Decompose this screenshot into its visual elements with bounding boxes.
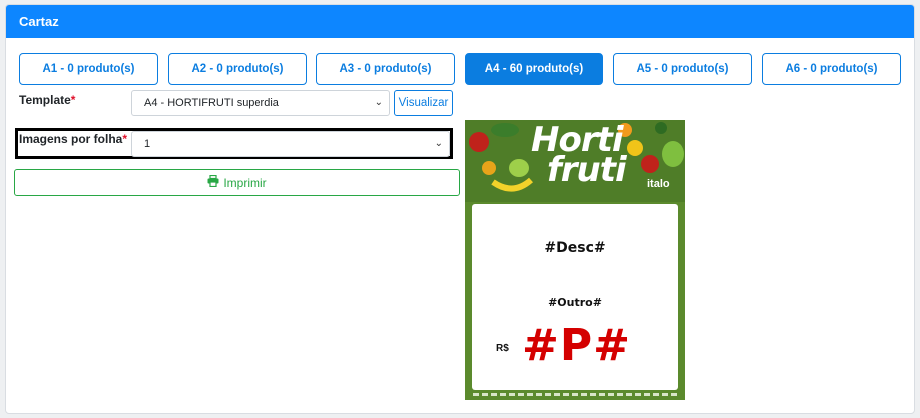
images-per-sheet-select[interactable]: 1 ⌄ xyxy=(131,131,450,157)
tab-a2[interactable]: A2 - 0 produto(s) xyxy=(168,53,307,85)
required-mark: * xyxy=(70,93,76,107)
poster-content-panel: #Desc# #Outro# R$ #P# xyxy=(472,204,678,390)
tab-a1[interactable]: A1 - 0 produto(s) xyxy=(19,53,158,85)
card-title: Cartaz xyxy=(6,5,914,38)
printer-icon xyxy=(207,174,219,190)
chevron-down-icon: ⌄ xyxy=(434,138,443,149)
template-select-value: A4 - HORTIFRUTI superdia xyxy=(144,97,279,109)
print-button[interactable]: Imprimir xyxy=(14,169,460,196)
template-label-text: Template xyxy=(19,93,71,107)
poster-preview: Horti fruti italo #Desc# #Outro# R$ #P# xyxy=(465,120,685,400)
tab-a5[interactable]: A5 - 0 produto(s) xyxy=(613,53,752,85)
view-button[interactable]: Visualizar xyxy=(394,90,453,116)
other-placeholder: #Outro# xyxy=(548,296,602,309)
tab-a4[interactable]: A4 - 60 produto(s) xyxy=(465,53,603,85)
tab-a6[interactable]: A6 - 0 produto(s) xyxy=(762,53,901,85)
poster-fine-print xyxy=(473,393,678,396)
poster-brand: italo xyxy=(647,178,670,190)
tab-a3[interactable]: A3 - 0 produto(s) xyxy=(316,53,455,85)
price-placeholder: #P# xyxy=(522,320,631,371)
images-per-sheet-label: Imagens por folha* xyxy=(19,132,127,146)
desc-placeholder: #Desc# xyxy=(544,240,606,256)
required-mark: * xyxy=(122,132,128,146)
cartaz-card: Cartaz A1 - 0 produto(s) A2 - 0 produto(… xyxy=(5,4,915,414)
template-select[interactable]: A4 - HORTIFRUTI superdia ⌄ xyxy=(131,90,390,116)
template-label: Template* xyxy=(19,93,75,107)
print-button-label: Imprimir xyxy=(223,175,267,190)
chevron-down-icon: ⌄ xyxy=(374,97,383,108)
images-select-value: 1 xyxy=(144,138,151,150)
images-label-text: Imagens por folha xyxy=(19,132,123,146)
poster-logo-line2: fruti xyxy=(547,150,627,190)
currency-label: R$ xyxy=(496,343,509,354)
